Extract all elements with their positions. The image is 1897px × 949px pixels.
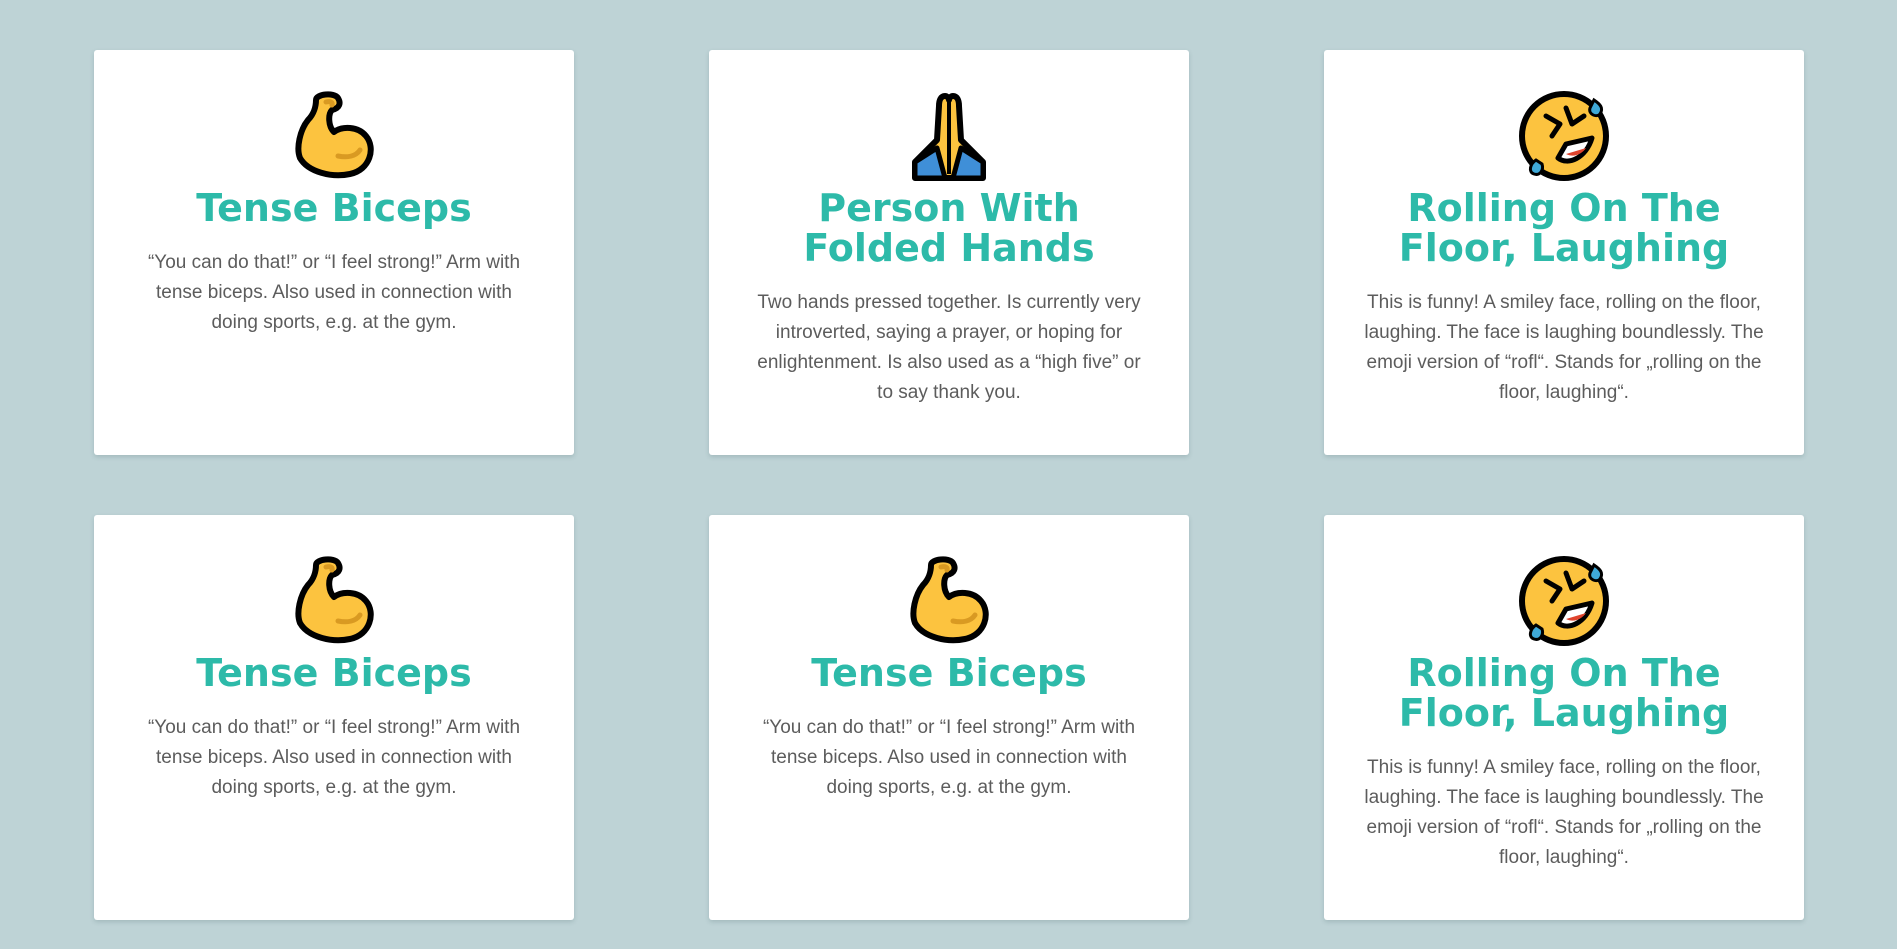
card-title: Tense Biceps — [811, 651, 1087, 695]
card-title: Tense Biceps — [196, 651, 472, 695]
card-description: This is funny! A smiley face, rolling on… — [1364, 757, 1764, 868]
flexed-biceps-icon — [286, 86, 382, 182]
emoji-card: Rolling On The Floor, Laughing This is f… — [1324, 515, 1804, 920]
emoji-card: Person With Folded Hands Two hands press… — [709, 50, 1189, 455]
folded-hands-icon — [901, 86, 997, 182]
rolling-on-floor-laughing-icon — [1516, 551, 1612, 647]
emoji-card: Tense Biceps “You can do that!” or “I fe… — [94, 515, 574, 920]
card-description: “You can do that!” or “I feel strong!” A… — [147, 252, 521, 333]
emoji-card-grid: Tense Biceps “You can do that!” or “I fe… — [94, 50, 1804, 920]
emoji-card: Tense Biceps “You can do that!” or “I fe… — [709, 515, 1189, 920]
card-title: Tense Biceps — [196, 186, 472, 230]
card-description: “You can do that!” or “I feel strong!” A… — [147, 717, 521, 798]
emoji-card: Tense Biceps “You can do that!” or “I fe… — [94, 50, 574, 455]
rolling-on-floor-laughing-icon — [1516, 86, 1612, 182]
card-description: “You can do that!” or “I feel strong!” A… — [762, 717, 1136, 798]
flexed-biceps-icon — [901, 551, 997, 647]
card-description: This is funny! A smiley face, rolling on… — [1364, 292, 1764, 403]
card-title: Person With Folded Hands — [803, 186, 1095, 270]
card-description: Two hands pressed together. Is currently… — [757, 292, 1141, 403]
flexed-biceps-icon — [286, 551, 382, 647]
card-title: Rolling On The Floor, Laughing — [1398, 186, 1730, 270]
emoji-card: Rolling On The Floor, Laughing This is f… — [1324, 50, 1804, 455]
card-title: Rolling On The Floor, Laughing — [1398, 651, 1730, 735]
